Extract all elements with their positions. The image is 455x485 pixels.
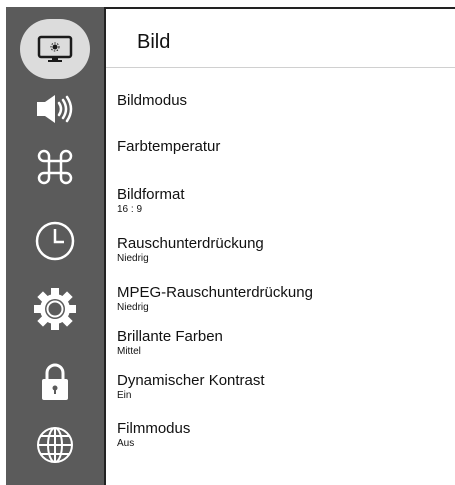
menu-item-value: Niedrig [117, 253, 149, 264]
command-icon [37, 149, 73, 185]
settings-gear-icon [34, 288, 76, 330]
header: Bild [106, 9, 455, 68]
sidebar-item-settings[interactable] [6, 287, 104, 331]
picture-icon [37, 35, 73, 62]
sidebar-item-features[interactable] [6, 147, 104, 187]
content-panel: Bild Bildmodus Farbtemperatur Bildformat… [104, 7, 455, 485]
menu-item-value: Aus [117, 438, 135, 449]
menu-item-label: Bildmodus [117, 92, 188, 109]
menu-item-filmmodus[interactable]: Filmmodus Aus [117, 420, 447, 450]
menu-item-label: MPEG-Rauschunterdrückung [117, 284, 313, 301]
menu-item-brillante-farben[interactable]: Brillante Farben Mittel [117, 328, 447, 358]
clock-icon [35, 221, 75, 261]
menu-item-mpeg-rauschunterdrueckung[interactable]: MPEG-Rauschunterdrückung Niedrig [117, 284, 447, 314]
sidebar-item-source[interactable] [6, 423, 104, 467]
page-title: Bild [137, 31, 171, 53]
sidebar-item-sound[interactable] [6, 89, 104, 129]
menu-item-label: Rauschunterdrückung [117, 235, 264, 252]
sidebar-item-timer[interactable] [6, 219, 104, 263]
sidebar [6, 7, 104, 485]
speaker-icon [37, 95, 73, 123]
menu-item-value: Mittel [117, 346, 141, 357]
menu-item-label: Dynamischer Kontrast [117, 372, 265, 389]
menu-item-dynamischer-kontrast[interactable]: Dynamischer Kontrast Ein [117, 372, 447, 402]
menu-item-farbtemperatur[interactable]: Farbtemperatur [117, 138, 447, 155]
sidebar-item-picture[interactable] [6, 29, 104, 69]
menu-item-rauschunterdrueckung[interactable]: Rauschunterdrückung Niedrig [117, 235, 447, 265]
menu-item-bildformat[interactable]: Bildformat 16 : 9 [117, 186, 447, 216]
globe-icon [37, 427, 73, 463]
menu-item-bildmodus[interactable]: Bildmodus [117, 92, 447, 109]
menu-item-value: Ein [117, 390, 132, 401]
menu-item-label: Filmmodus [117, 420, 191, 437]
menu-item-label: Farbtemperatur [117, 138, 221, 155]
menu-item-label: Bildformat [117, 186, 185, 203]
tv-menu: Bild Bildmodus Farbtemperatur Bildformat… [0, 0, 455, 485]
menu-item-value: 16 : 9 [117, 204, 143, 215]
menu-item-value: Niedrig [117, 302, 149, 313]
sidebar-item-lock[interactable] [6, 361, 104, 403]
lock-icon [42, 363, 68, 400]
menu-item-label: Brillante Farben [117, 328, 223, 345]
